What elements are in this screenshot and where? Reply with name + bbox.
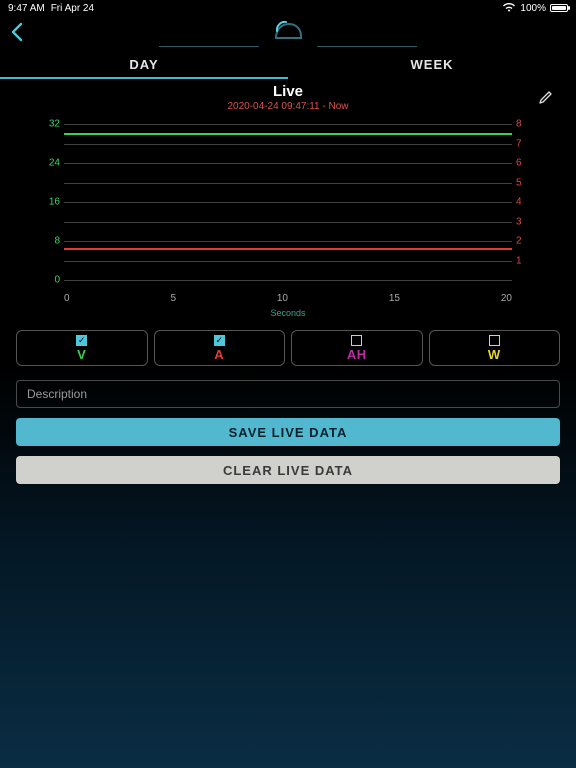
x-tick: 10	[277, 293, 288, 304]
checkbox-icon: ✓	[214, 335, 225, 346]
helmet-icon	[270, 18, 306, 49]
legend-label: AH	[347, 347, 367, 362]
tab-day[interactable]: DAY	[0, 51, 288, 79]
y-right-tick: 4	[516, 197, 530, 208]
nav-bar	[0, 16, 576, 52]
y-left-tick: 32	[42, 119, 60, 130]
tab-week[interactable]: WEEK	[288, 51, 576, 79]
checkbox-icon	[351, 335, 362, 346]
live-timestamp: 2020-04-24 09:47:11 - Now	[16, 101, 560, 112]
legend-item-ah[interactable]: AH	[291, 330, 423, 366]
grid-line	[64, 202, 512, 203]
legend-label: V	[77, 347, 86, 362]
series-a	[64, 248, 512, 250]
status-bar: 9:47 AM Fri Apr 24 100%	[0, 0, 576, 16]
back-button[interactable]	[10, 22, 24, 46]
grid-line	[64, 261, 512, 262]
description-input[interactable]	[16, 380, 560, 408]
y-right-tick: 6	[516, 158, 530, 169]
x-tick: 0	[64, 293, 70, 304]
grid-line	[64, 144, 512, 145]
legend-item-w[interactable]: W	[429, 330, 561, 366]
grid-line	[64, 124, 512, 125]
checkbox-icon: ✓	[76, 335, 87, 346]
grid-line	[64, 163, 512, 164]
range-tabs: DAY WEEK	[0, 51, 576, 79]
live-header: Live 2020-04-24 09:47:11 - Now	[16, 83, 560, 112]
x-tick: 5	[170, 293, 176, 304]
live-title: Live	[16, 83, 560, 100]
y-left-tick: 0	[42, 275, 60, 286]
battery-pct: 100%	[520, 3, 546, 14]
battery-icon	[550, 4, 568, 12]
legend-item-a[interactable]: ✓ A	[154, 330, 286, 366]
y-right-tick: 5	[516, 177, 530, 188]
checkbox-icon	[489, 335, 500, 346]
y-right-tick: 2	[516, 236, 530, 247]
y-right-tick: 1	[516, 255, 530, 266]
y-left-tick: 24	[42, 158, 60, 169]
x-tick: 15	[389, 293, 400, 304]
status-date: Fri Apr 24	[51, 3, 94, 14]
x-axis: 0 5 10 15 20	[64, 293, 512, 304]
y-right-tick: 7	[516, 138, 530, 149]
app-logo	[270, 18, 306, 49]
series-v	[64, 133, 512, 135]
y-right-tick: 3	[516, 216, 530, 227]
edit-icon[interactable]	[538, 89, 554, 110]
grid-line	[64, 241, 512, 242]
legend-item-v[interactable]: ✓ V	[16, 330, 148, 366]
legend-label: A	[214, 347, 224, 362]
grid-line	[64, 222, 512, 223]
live-chart: 0816243212345678 05101520 Seconds	[44, 124, 532, 304]
legend-label: W	[488, 347, 501, 362]
wifi-icon	[502, 2, 516, 15]
save-live-data-button[interactable]: SAVE LIVE DATA	[16, 418, 560, 446]
x-axis-label: Seconds	[270, 308, 305, 318]
status-time: 9:47 AM	[8, 3, 45, 14]
clear-live-data-button[interactable]: CLEAR LIVE DATA	[16, 456, 560, 484]
y-left-tick: 16	[42, 197, 60, 208]
grid-line	[64, 280, 512, 281]
legend: ✓ V ✓ A AH W	[16, 330, 560, 366]
y-right-tick: 8	[516, 119, 530, 130]
y-left-tick: 8	[42, 236, 60, 247]
x-tick: 20	[501, 293, 512, 304]
grid-line	[64, 183, 512, 184]
